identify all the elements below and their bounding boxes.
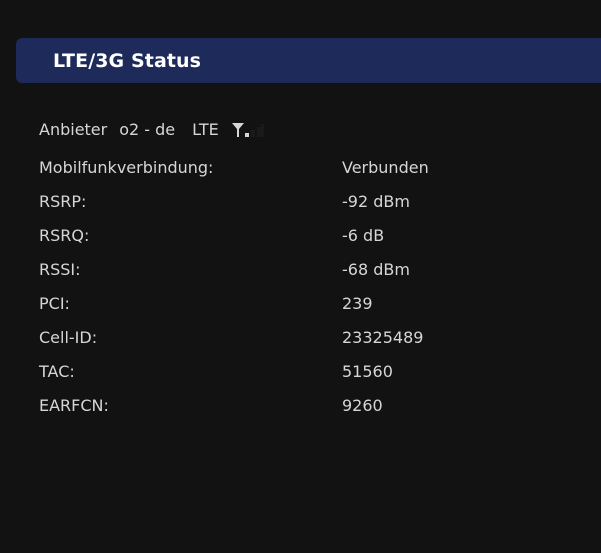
- signal-strength-icon: [231, 120, 265, 138]
- row-value: 23325489: [342, 327, 424, 347]
- status-row-rsrp: RSRP: -92 dBm: [39, 184, 559, 218]
- row-label: Cell-ID:: [39, 327, 98, 347]
- status-panel-header: LTE/3G Status: [16, 38, 601, 83]
- row-label: RSRQ:: [39, 225, 90, 245]
- row-label: RSRP:: [39, 191, 87, 211]
- row-value: -68 dBm: [342, 259, 410, 279]
- status-row-rsrq: RSRQ: -6 dB: [39, 218, 559, 252]
- row-value: -6 dB: [342, 225, 385, 245]
- status-table: Mobilfunkverbindung: Verbunden RSRP: -92…: [39, 150, 559, 422]
- row-value: 9260: [342, 395, 383, 415]
- status-row-rssi: RSSI: -68 dBm: [39, 252, 559, 286]
- provider-label: Anbieter: [39, 119, 108, 139]
- row-value: 239: [342, 293, 373, 313]
- row-label: PCI:: [39, 293, 70, 313]
- row-label: TAC:: [39, 361, 75, 381]
- row-label: Mobilfunkverbindung:: [39, 157, 214, 177]
- row-value: -92 dBm: [342, 191, 410, 211]
- status-row-connection: Mobilfunkverbindung: Verbunden: [39, 150, 559, 184]
- status-row-pci: PCI: 239: [39, 286, 559, 320]
- status-row-tac: TAC: 51560: [39, 354, 559, 388]
- status-row-earfcn: EARFCN: 9260: [39, 388, 559, 422]
- network-technology: LTE: [192, 119, 219, 139]
- row-label: RSSI:: [39, 259, 81, 279]
- provider-line: Anbieter o2 - de LTE: [39, 117, 265, 141]
- page-title: LTE/3G Status: [53, 49, 202, 72]
- row-label: EARFCN:: [39, 395, 109, 415]
- row-value: 51560: [342, 361, 393, 381]
- row-value: Verbunden: [342, 157, 429, 177]
- provider-name: o2 - de: [119, 119, 176, 139]
- status-row-cell-id: Cell-ID: 23325489: [39, 320, 559, 354]
